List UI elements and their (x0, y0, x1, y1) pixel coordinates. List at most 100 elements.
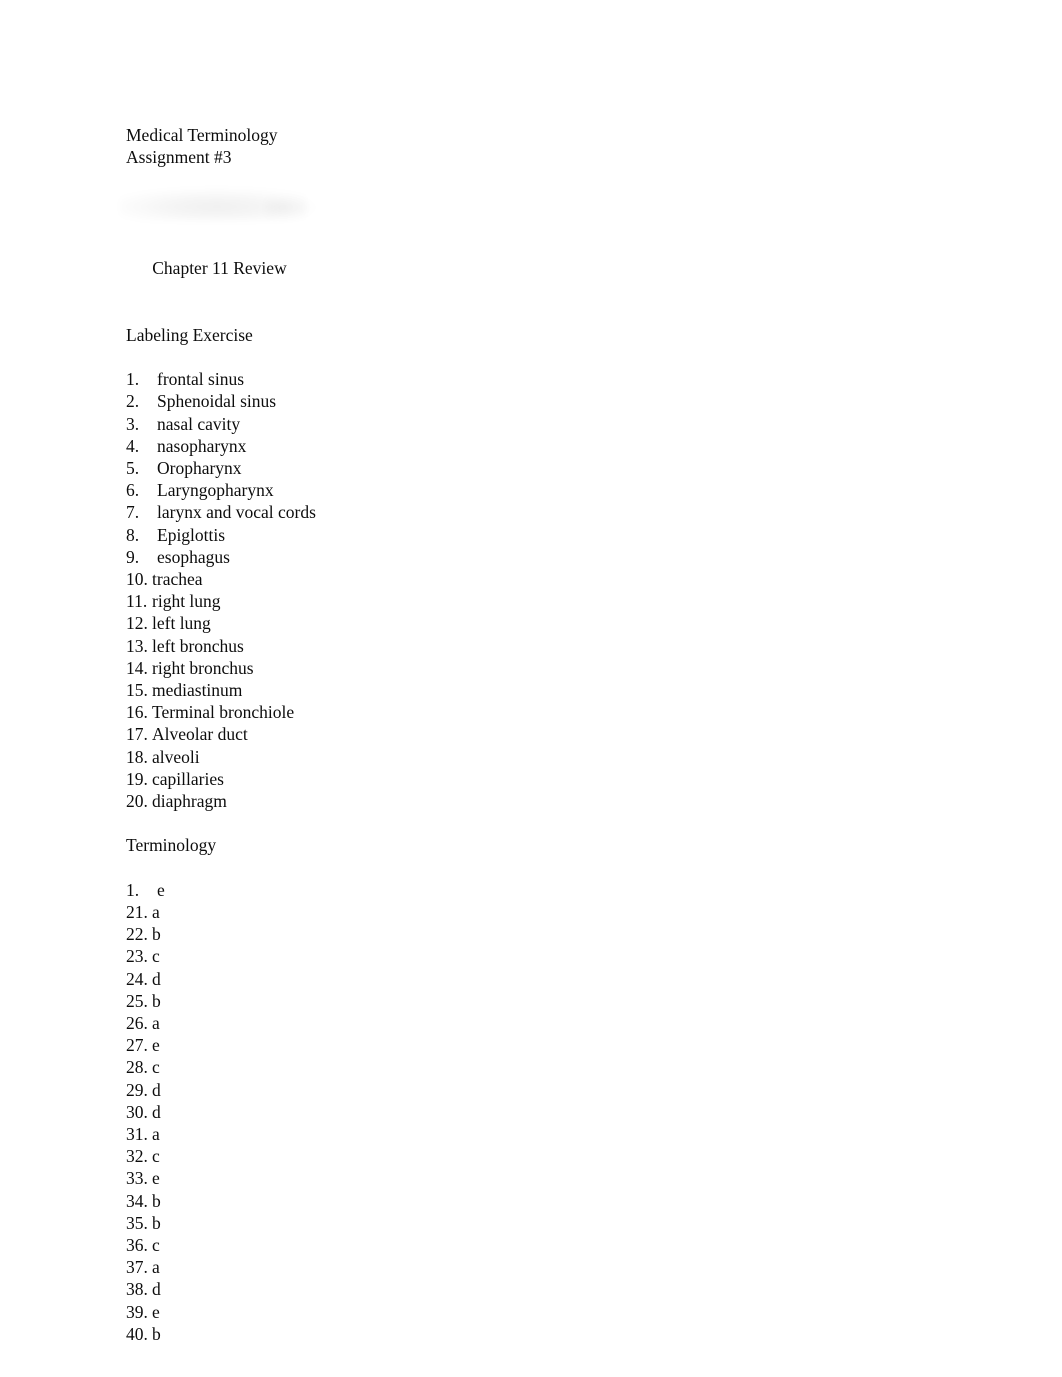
list-item: 21. a (126, 901, 946, 923)
list-item: 16. Terminal bronchiole (126, 701, 946, 723)
list-item-label: esophagus (157, 546, 230, 567)
list-item: 9. esophagus (126, 546, 946, 568)
list-item-label: right bronchus (152, 657, 254, 678)
list-item-label: trachea (152, 569, 203, 590)
list-item: 32. c (126, 1145, 946, 1167)
list-item-label: Sphenoidal sinus (157, 391, 277, 412)
list-item-label: larynx and vocal cords (157, 502, 316, 523)
title-block: Medical Terminology Assignment #3 (126, 124, 946, 168)
list-item-number: 39. (126, 1301, 148, 1322)
list-item-number: 32. (126, 1146, 148, 1167)
list-item: 24. d (126, 968, 946, 990)
list-item: 4. nasopharynx (126, 435, 946, 457)
list-item: 6. Laryngopharynx (126, 479, 946, 501)
list-item-label: d (152, 1079, 161, 1100)
terminology-list: 1. e 21. a 22. b 23. c 24. d 25. b 26. a 27. e 28. c 29. d 3… (126, 879, 946, 1345)
list-item-number: 7. (126, 502, 140, 523)
list-item: 3. nasal cavity (126, 413, 946, 435)
list-item: 8. Epiglottis (126, 524, 946, 546)
list-item: 33. e (126, 1167, 946, 1189)
list-item: 25. b (126, 990, 946, 1012)
document-title-line-1: Medical Terminology (126, 125, 278, 145)
list-item-label: c (152, 1146, 160, 1167)
list-item-label: d (152, 1279, 161, 1300)
list-item-number: 20. (126, 791, 148, 812)
list-item: 28. c (126, 1056, 946, 1078)
list-item-label: nasopharynx (157, 435, 247, 456)
list-item-number: 24. (126, 968, 148, 989)
list-item-number: 21. (126, 902, 148, 923)
list-item-number: 2. (126, 391, 140, 412)
list-item-number: 3. (126, 413, 140, 434)
list-item-label: Alveolar duct (152, 724, 248, 745)
list-item: 37. a (126, 1256, 946, 1278)
list-item-label: d (152, 1101, 161, 1122)
list-item-label: nasal cavity (157, 413, 241, 434)
list-item: 40. b (126, 1323, 946, 1345)
section-heading-terminology: Terminology (126, 835, 217, 856)
list-item: 12. left lung (126, 612, 946, 634)
list-item: 36. c (126, 1234, 946, 1256)
list-item-label: Oropharynx (157, 458, 242, 478)
list-item-number: 18. (126, 746, 148, 767)
list-item: 30. d (126, 1101, 946, 1123)
list-item-label: c (152, 1235, 160, 1256)
list-item: 35. b (126, 1212, 946, 1234)
list-item-number: 31. (126, 1124, 148, 1145)
list-item-label: c (152, 1057, 160, 1078)
list-item-label: d (152, 968, 161, 989)
list-item-label: a (152, 1124, 160, 1145)
list-item-number: 8. (126, 524, 140, 545)
list-item-label: left lung (152, 613, 211, 634)
list-item-label: Terminal bronchiole (152, 702, 295, 723)
list-item-number: 6. (126, 480, 140, 501)
list-item: 31. a (126, 1123, 946, 1145)
list-item: 38. d (126, 1278, 946, 1300)
list-item-label: b (152, 1323, 161, 1344)
list-item-number: 5. (126, 458, 140, 478)
list-item-number: 1. (126, 369, 140, 390)
list-item-label: b (152, 924, 161, 945)
list-item-number: 40. (126, 1323, 148, 1344)
list-item-number: 38. (126, 1279, 148, 1300)
list-item: 27. e (126, 1034, 946, 1056)
document-body: Medical Terminology Assignment #3 Chapte… (120, 124, 946, 1345)
list-item-number: 1. (126, 879, 140, 900)
list-item-label: a (152, 902, 160, 923)
list-item: 1. e (126, 879, 946, 901)
chapter-heading: Chapter 11 Review (120, 186, 946, 302)
list-item-number: 15. (126, 680, 148, 701)
list-item-number: 16. (126, 702, 148, 723)
list-item: 29. d (126, 1079, 946, 1101)
scan-halo-tail-artifact (266, 192, 328, 221)
list-item-label: alveoli (152, 746, 200, 767)
list-item-number: 37. (126, 1257, 148, 1278)
list-item-number: 17. (126, 724, 148, 745)
document-page: Medical Terminology Assignment #3 Chapte… (0, 0, 1062, 1377)
list-item-number: 25. (126, 990, 148, 1011)
list-item-label: mediastinum (152, 680, 243, 701)
list-item-number: 10. (126, 569, 148, 590)
list-item-number: 26. (126, 1013, 148, 1034)
labeling-exercise-list: 1. frontal sinus 2. Sphenoidal sinus 3. nasal… (126, 368, 946, 812)
list-item-label: diaphragm (152, 791, 227, 812)
list-item: 2. Sphenoidal sinus (126, 390, 946, 412)
list-item-number: 36. (126, 1235, 148, 1256)
list-item-label: b (152, 1190, 161, 1211)
list-item: 20. diaphragm (126, 790, 946, 812)
list-item-number: 12. (126, 613, 148, 634)
list-item-number: 28. (126, 1057, 148, 1078)
list-item-label: b (152, 990, 161, 1011)
list-item-number: 11. (126, 591, 148, 612)
list-item: 39. e (126, 1301, 946, 1323)
section-heading-labeling-exercise: Labeling Exercise (126, 324, 253, 345)
list-item: 11. right lung (126, 590, 946, 612)
list-item-number: 34. (126, 1190, 148, 1211)
list-item: 19. capillaries (126, 768, 946, 790)
chapter-heading-text: Chapter 11 Review (152, 258, 287, 279)
list-item: 13. left bronchus (126, 635, 946, 657)
